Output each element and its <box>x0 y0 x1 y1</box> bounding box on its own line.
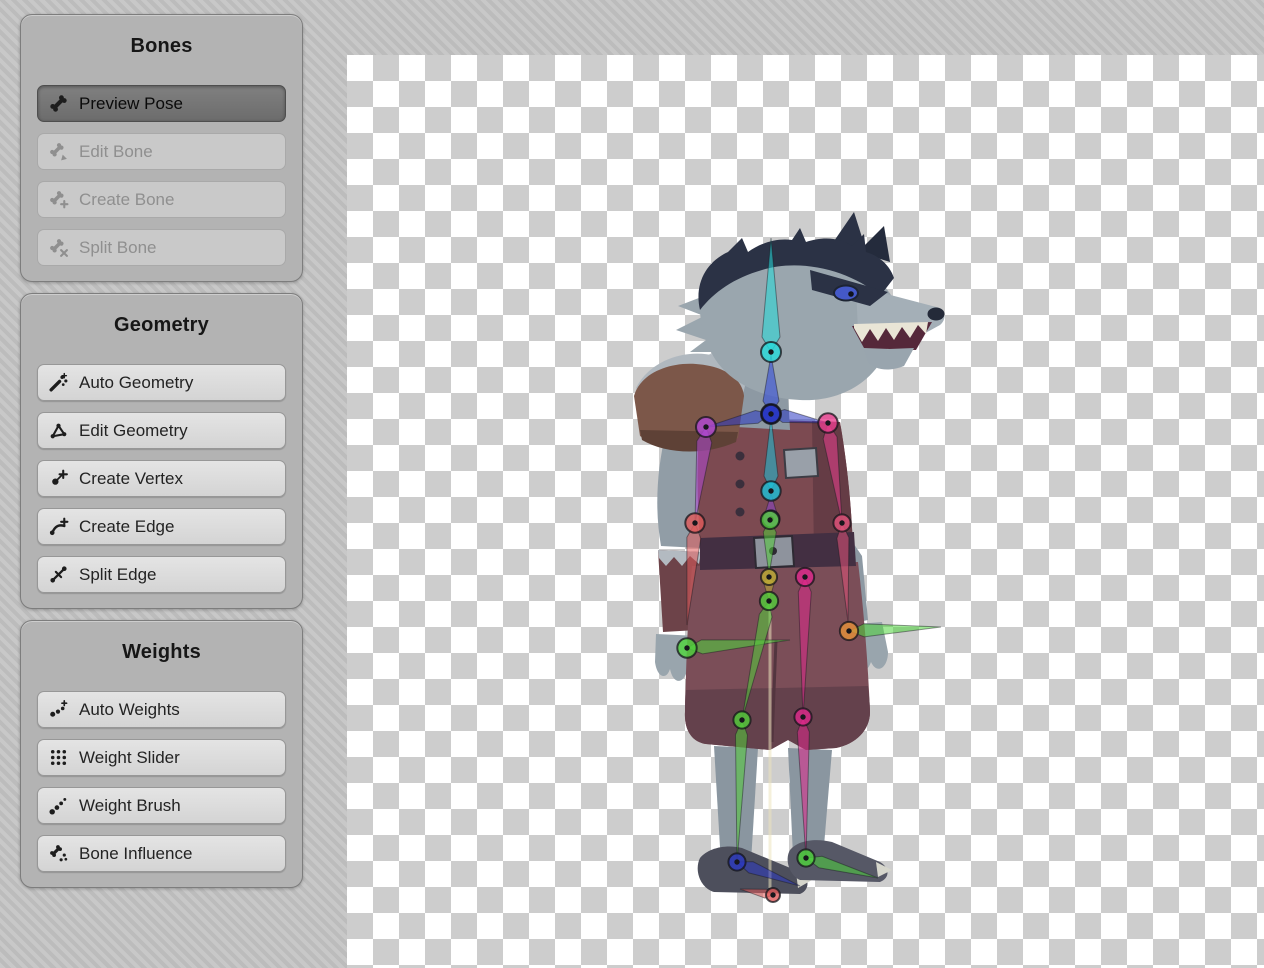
weight-slider-button[interactable]: Weight Slider <box>37 739 286 776</box>
create-vertex-label: Create Vertex <box>79 469 183 489</box>
edit-geometry-button[interactable]: Edit Geometry <box>37 412 286 449</box>
create-edge-button[interactable]: Create Edge <box>37 508 286 545</box>
panel-bones: Bones Preview Pose Edit Bone Create Bone <box>20 14 303 282</box>
auto-weights-label: Auto Weights <box>79 700 180 720</box>
panel-bones-title: Bones <box>21 33 302 59</box>
character-stud <box>736 452 745 461</box>
preview-pose-label: Preview Pose <box>79 94 183 114</box>
joint-center-spine-lower <box>767 517 772 522</box>
joint-center-thigh-left <box>766 598 771 603</box>
bone-influence-icon <box>48 843 69 864</box>
split-edge-label: Split Edge <box>79 565 157 585</box>
auto-geometry-button[interactable]: Auto Geometry <box>37 364 286 401</box>
create-bone-icon <box>48 189 69 210</box>
create-vertex-icon <box>48 468 69 489</box>
panel-geometry-title: Geometry <box>21 312 302 338</box>
weight-slider-icon <box>48 747 69 768</box>
character-kilt-shade <box>685 686 870 750</box>
auto-weights-icon <box>48 699 69 720</box>
character-stud <box>736 508 745 517</box>
joint-center-clavicle-right <box>768 411 773 416</box>
split-edge-icon <box>48 564 69 585</box>
edit-bone-label: Edit Bone <box>79 142 153 162</box>
edit-geometry-icon <box>48 420 69 441</box>
joint-center-foot-right <box>803 855 808 860</box>
auto-weights-button[interactable]: Auto Weights <box>37 691 286 728</box>
character-stud <box>736 480 745 489</box>
split-bone-icon <box>48 237 69 258</box>
weight-slider-label: Weight Slider <box>79 748 180 768</box>
sprite-and-bones[interactable] <box>347 55 1264 968</box>
edit-bone-icon <box>48 141 69 162</box>
panel-weights-title: Weights <box>21 639 302 665</box>
edit-bone-button[interactable]: Edit Bone <box>37 133 286 170</box>
character-pupil <box>848 291 854 297</box>
character-eye <box>834 286 858 301</box>
joint-center-hand-left <box>684 645 689 650</box>
preview-pose-icon <box>48 93 69 114</box>
joint-center-shin-left <box>739 717 744 722</box>
character-sprite <box>634 212 945 894</box>
bone-hand-right <box>849 624 941 637</box>
weight-brush-label: Weight Brush <box>79 796 181 816</box>
create-vertex-button[interactable]: Create Vertex <box>37 460 286 497</box>
split-bone-label: Split Bone <box>79 238 157 258</box>
canvas-viewport[interactable] <box>347 55 1264 968</box>
split-bone-button[interactable]: Split Bone <box>37 229 286 266</box>
joint-center-hand-right <box>846 628 851 633</box>
joint-center-upper-arm-left <box>703 424 708 429</box>
auto-geometry-icon <box>48 372 69 393</box>
create-bone-label: Create Bone <box>79 190 174 210</box>
joint-center-forearm-right <box>839 520 844 525</box>
joint-center-thigh-right <box>802 574 807 579</box>
joint-center-upper-arm-right <box>825 420 830 425</box>
joint-center-toe-left <box>770 892 775 897</box>
edit-geometry-label: Edit Geometry <box>79 421 188 441</box>
preview-pose-button[interactable]: Preview Pose <box>37 85 286 122</box>
weight-brush-icon <box>48 795 69 816</box>
weight-brush-button[interactable]: Weight Brush <box>37 787 286 824</box>
joint-center-pelvis <box>766 574 771 579</box>
panel-geometry: Geometry Auto Geometry Edit Geometry Cre… <box>20 293 303 609</box>
bone-influence-button[interactable]: Bone Influence <box>37 835 286 872</box>
create-edge-icon <box>48 516 69 537</box>
create-edge-label: Create Edge <box>79 517 174 537</box>
joint-center-spine-upper <box>768 488 773 493</box>
character-nose <box>928 308 945 321</box>
character-chest-buckle <box>784 448 818 478</box>
create-bone-button[interactable]: Create Bone <box>37 181 286 218</box>
joint-center-forearm-left <box>692 520 697 525</box>
panel-weights: Weights Auto Weights Weight Slider Weigh… <box>20 620 303 888</box>
auto-geometry-label: Auto Geometry <box>79 373 193 393</box>
joint-center-head <box>768 349 773 354</box>
joint-center-shin-right <box>800 714 805 719</box>
split-edge-button[interactable]: Split Edge <box>37 556 286 593</box>
bone-influence-label: Bone Influence <box>79 844 192 864</box>
joint-center-foot-left <box>734 859 739 864</box>
